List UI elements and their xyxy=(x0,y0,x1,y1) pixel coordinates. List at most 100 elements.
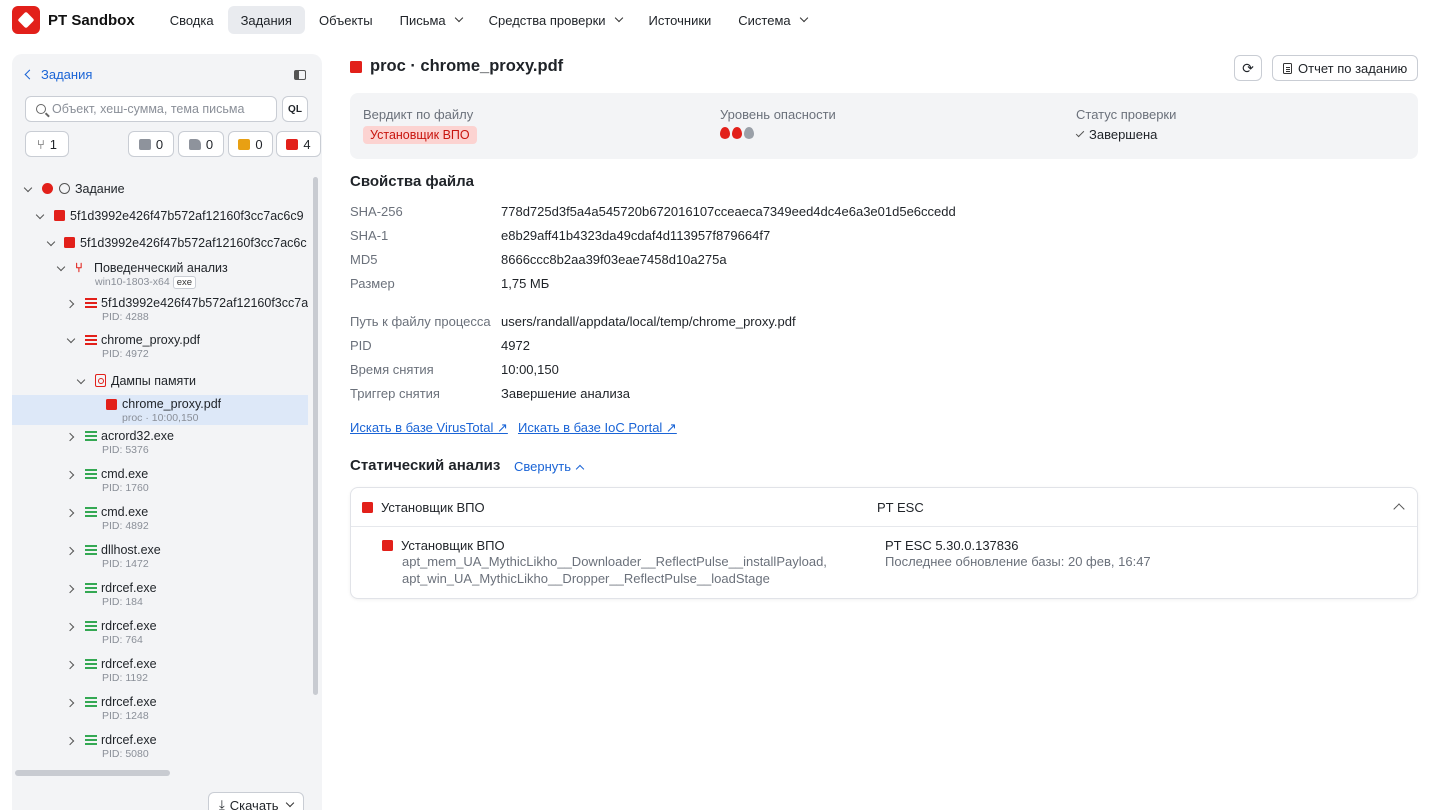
search-input[interactable] xyxy=(52,102,272,116)
chevron-right-icon[interactable] xyxy=(65,584,75,594)
nav-tasks[interactable]: Задания xyxy=(227,6,305,34)
gray-doc-counter[interactable]: 0 xyxy=(178,131,224,157)
prop-value[interactable]: 778d725d3f5a4a545720b672016107cceaeca734… xyxy=(501,204,956,219)
tree-label: chrome_proxy.pdf xyxy=(122,397,222,411)
static-verdict: Установщик ВПО xyxy=(362,500,485,515)
danger-label: Уровень опасности xyxy=(720,107,836,122)
chevron-right-icon[interactable] xyxy=(65,470,75,480)
chevron-down-icon[interactable] xyxy=(46,237,56,247)
tree-sublabel: PID: 1472 xyxy=(102,558,149,570)
tree-node-process[interactable]: rdrcef.exe PID: 5080 xyxy=(12,733,308,763)
check-icon xyxy=(1075,128,1085,138)
vm-name: win10-1803-x64 xyxy=(95,276,170,288)
tree-horizontal-scrollbar[interactable] xyxy=(15,770,170,776)
tree-label: Поведенческий анализ xyxy=(94,261,228,275)
tree-node-file[interactable]: 5f1d3992e426f47b572af12160f3cc7ac6c9 xyxy=(12,209,308,227)
static-card-header[interactable]: Установщик ВПО PT ESC xyxy=(351,488,1417,527)
prop-value: 1,75 МБ xyxy=(501,276,550,291)
nav-scanners[interactable]: Средства проверки xyxy=(476,6,635,34)
tree-sublabel: PID: 1192 xyxy=(102,672,148,684)
nav-emails[interactable]: Письма xyxy=(387,6,475,34)
back-to-tasks-link[interactable]: Задания xyxy=(24,67,92,82)
process-icon xyxy=(85,620,97,634)
chevron-up-icon[interactable] xyxy=(1393,503,1405,515)
tree-label: dllhost.exe xyxy=(101,543,161,557)
tree-node-process[interactable]: 5f1d3992e426f47b572af12160f3cc7a PID: 42… xyxy=(12,296,308,326)
tree-label: 5f1d3992e426f47b572af12160f3cc7ac6c9 xyxy=(70,209,304,223)
nav-objects[interactable]: Объекты xyxy=(306,6,386,34)
prop-key: Путь к файлу процесса xyxy=(350,314,491,329)
virustotal-link[interactable]: Искать в базе VirusTotal ↗ xyxy=(350,420,508,436)
chevron-right-icon[interactable] xyxy=(65,432,75,442)
chevron-down-icon xyxy=(285,798,294,808)
search-box xyxy=(25,96,277,122)
tree-sublabel: PID: 5376 xyxy=(102,444,149,456)
nav-label: Объекты xyxy=(318,12,373,28)
static-verdict-text: Установщик ВПО xyxy=(381,500,485,515)
memory-dump-icon xyxy=(95,374,106,390)
process-icon xyxy=(85,430,97,444)
chevron-right-icon[interactable] xyxy=(65,698,75,708)
scan-status: Статус проверки Завершена xyxy=(1075,107,1176,142)
prop-key: SHA-1 xyxy=(350,228,389,243)
tree-node-process[interactable]: rdrcef.exe PID: 764 xyxy=(12,619,308,649)
nav-sources[interactable]: Источники xyxy=(636,6,725,34)
tree-node-process[interactable]: cmd.exe PID: 4892 xyxy=(12,505,308,535)
tree-node-process[interactable]: rdrcef.exe PID: 1192 xyxy=(12,657,308,687)
chevron-right-icon[interactable] xyxy=(65,546,75,556)
chevron-right-icon[interactable] xyxy=(65,736,75,746)
nav-system[interactable]: Система xyxy=(725,6,819,34)
tree-node-file[interactable]: 5f1d3992e426f47b572af12160f3cc7ac6c xyxy=(12,236,308,254)
chevron-right-icon[interactable] xyxy=(65,660,75,670)
tree-node-process[interactable]: acrord32.exe PID: 5376 xyxy=(12,429,308,459)
db-update: Последнее обновление базы: 20 фев, 16:47 xyxy=(885,554,1151,569)
collapse-label: Свернуть xyxy=(514,459,572,474)
branch-icon: ⑂ xyxy=(36,136,45,152)
process-icon xyxy=(85,297,97,311)
static-analysis-card: Установщик ВПО PT ESC Установщик ВПО apt… xyxy=(350,487,1418,599)
red-counter[interactable]: 4 xyxy=(276,131,321,157)
chevron-down-icon[interactable] xyxy=(66,334,76,344)
chevron-down-icon xyxy=(799,13,808,23)
chevron-right-icon[interactable] xyxy=(65,622,75,632)
gray-counter[interactable]: 0 xyxy=(128,131,174,157)
branch-counter[interactable]: ⑂ 1 xyxy=(25,131,69,157)
orange-counter[interactable]: 0 xyxy=(228,131,273,157)
panel-collapse-icon[interactable] xyxy=(294,70,306,80)
ioc-portal-link[interactable]: Искать в базе IoC Portal ↗ xyxy=(518,420,677,436)
tree-sublabel: PID: 4972 xyxy=(102,348,149,360)
tree-node-process[interactable]: rdrcef.exe PID: 1248 xyxy=(12,695,308,725)
nav-label: Средства проверки xyxy=(488,12,606,28)
task-report-button[interactable]: Отчет по заданию xyxy=(1272,55,1419,81)
tree-sublabel: PID: 4892 xyxy=(102,520,149,532)
nav-label: Сводка xyxy=(169,12,214,28)
tree-node-behavioral[interactable]: ⑂ Поведенческий анализ win10-1803-x64 exe xyxy=(12,260,308,291)
tree-node-process[interactable]: dllhost.exe PID: 1472 xyxy=(12,543,308,573)
tree-node-task[interactable]: Задание xyxy=(12,182,308,200)
chevron-down-icon[interactable] xyxy=(76,375,86,385)
tree-node-process[interactable]: chrome_proxy.pdf PID: 4972 xyxy=(12,333,308,363)
nav-label: Письма xyxy=(399,12,446,28)
document-icon xyxy=(1283,62,1292,74)
prop-value[interactable]: users/randall/appdata/local/temp/chrome_… xyxy=(501,314,796,329)
tree-node-process[interactable]: rdrcef.exe PID: 184 xyxy=(12,581,308,611)
prop-value[interactable]: e8b29aff41b4323da49cdaf4d113957f879664f7 xyxy=(501,228,770,243)
chevron-down-icon[interactable] xyxy=(23,183,33,193)
tree-node-memory-dumps[interactable]: Дампы памяти xyxy=(12,374,308,392)
tree-node-process[interactable]: cmd.exe PID: 1760 xyxy=(12,467,308,497)
ql-button[interactable]: QL xyxy=(282,96,308,122)
download-button[interactable]: ⤓ Скачать xyxy=(208,792,304,810)
chevron-right-icon[interactable] xyxy=(65,299,75,309)
tree-label: 5f1d3992e426f47b572af12160f3cc7ac6c xyxy=(80,236,307,250)
tree-node-dump-selected[interactable]: chrome_proxy.pdf proc · 10:00,150 xyxy=(12,395,308,425)
chevron-down-icon[interactable] xyxy=(35,210,45,220)
nav-summary[interactable]: Сводка xyxy=(157,6,227,34)
chevron-right-icon[interactable] xyxy=(65,508,75,518)
prop-value[interactable]: 8666ccc8b2aa39f03eae7458d10a275a xyxy=(501,252,727,267)
chevron-down-icon[interactable] xyxy=(56,262,66,272)
collapse-static-link[interactable]: Свернуть xyxy=(514,459,585,474)
prop-key: Размер xyxy=(350,276,395,291)
tree-vertical-scrollbar[interactable] xyxy=(313,177,318,695)
logo[interactable]: PT Sandbox xyxy=(12,6,135,34)
refresh-button[interactable]: ⟳ xyxy=(1234,55,1262,81)
